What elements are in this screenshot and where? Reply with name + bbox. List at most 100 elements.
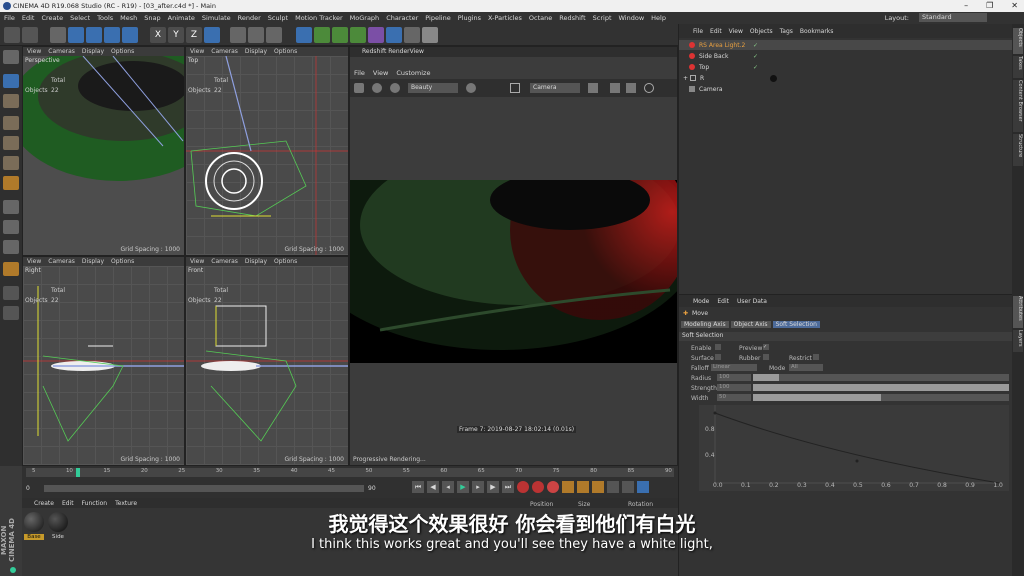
redo-icon[interactable] bbox=[22, 27, 38, 43]
minimize-button[interactable]: – bbox=[964, 0, 968, 12]
mode-select[interactable]: All bbox=[789, 364, 823, 371]
menu-redshift[interactable]: Redshift bbox=[559, 14, 585, 22]
vp-menu-options[interactable]: Options bbox=[274, 258, 297, 265]
select-cursor-icon[interactable] bbox=[50, 27, 66, 43]
vp-menu-options[interactable]: Options bbox=[111, 48, 134, 55]
autokey-icon[interactable] bbox=[532, 481, 544, 493]
position-key-icon[interactable] bbox=[562, 481, 574, 493]
mat-menu-texture[interactable]: Texture bbox=[115, 500, 137, 507]
color-icon[interactable] bbox=[466, 83, 476, 93]
scale-tool-icon[interactable] bbox=[86, 27, 102, 43]
vp-menu-cameras[interactable]: Cameras bbox=[211, 48, 238, 55]
object-row[interactable]: RS Area Light.2 ✓ bbox=[679, 40, 1013, 50]
check-icon[interactable]: ✓ bbox=[753, 53, 758, 60]
menu-x-particles[interactable]: X-Particles bbox=[488, 14, 522, 22]
object-row[interactable]: Side Back ✓ bbox=[679, 51, 1013, 61]
vp-menu-view[interactable]: View bbox=[27, 48, 41, 55]
rs-menu-view[interactable]: View bbox=[373, 69, 388, 77]
render-settings-icon[interactable] bbox=[266, 27, 282, 43]
tab-layers[interactable]: Layers bbox=[1013, 330, 1023, 352]
record-icon[interactable] bbox=[517, 481, 529, 493]
render-view-icon[interactable] bbox=[230, 27, 246, 43]
strength-slider[interactable] bbox=[753, 384, 1009, 391]
om-menu-objects[interactable]: Objects bbox=[750, 28, 773, 35]
vp-menu-display[interactable]: Display bbox=[82, 48, 104, 55]
rotate-tool-icon[interactable] bbox=[104, 27, 120, 43]
mat-menu-function[interactable]: Function bbox=[82, 500, 108, 507]
keyframe-selection-icon[interactable] bbox=[547, 481, 559, 493]
vp-menu-view[interactable]: View bbox=[27, 258, 41, 265]
start-frame-field[interactable]: 0 bbox=[26, 485, 30, 492]
om-menu-bookmarks[interactable]: Bookmarks bbox=[800, 28, 834, 35]
menu-help[interactable]: Help bbox=[651, 14, 666, 22]
menu-tools[interactable]: Tools bbox=[97, 14, 113, 22]
am-menu-user-data[interactable]: User Data bbox=[737, 298, 767, 305]
enable-checkbox[interactable] bbox=[715, 344, 721, 350]
go-to-start-icon[interactable]: ⏮ bbox=[412, 481, 424, 493]
circle-icon[interactable] bbox=[644, 83, 654, 93]
aov-select[interactable]: Beauty bbox=[408, 83, 458, 93]
camera-icon[interactable] bbox=[404, 27, 420, 43]
snapshot-icon[interactable] bbox=[354, 83, 364, 93]
move-tool-icon[interactable] bbox=[68, 27, 84, 43]
scale-key-icon[interactable] bbox=[577, 481, 589, 493]
material-tag-icon[interactable] bbox=[770, 74, 778, 82]
vp-menu-view[interactable]: View bbox=[190, 48, 204, 55]
radius-slider[interactable] bbox=[753, 374, 1009, 381]
vp-menu-display[interactable]: Display bbox=[245, 48, 267, 55]
x-axis-icon[interactable]: X bbox=[150, 27, 166, 43]
vp-menu-options[interactable]: Options bbox=[274, 48, 297, 55]
play-render-icon[interactable] bbox=[372, 83, 382, 93]
object-row[interactable]: + R bbox=[679, 73, 1013, 83]
preview-checkbox[interactable]: ✓ bbox=[763, 344, 769, 350]
am-menu-mode[interactable]: Mode bbox=[693, 298, 709, 305]
polygons-mode-icon[interactable] bbox=[3, 156, 19, 170]
viewport-top[interactable]: View Cameras Display Options Top Total O… bbox=[185, 46, 349, 256]
texture-mode-icon[interactable] bbox=[3, 94, 19, 108]
timeline-menu-icon[interactable] bbox=[637, 481, 649, 493]
tab-object-axis[interactable]: Object Axis bbox=[730, 321, 771, 328]
menu-select[interactable]: Select bbox=[70, 14, 90, 22]
menu-file[interactable]: File bbox=[4, 14, 15, 22]
render-output[interactable] bbox=[350, 180, 677, 363]
go-to-end-icon[interactable]: ⏭ bbox=[502, 481, 514, 493]
strength-field[interactable]: 100 bbox=[717, 384, 751, 391]
menu-animate[interactable]: Animate bbox=[168, 14, 195, 22]
om-menu-tags[interactable]: Tags bbox=[780, 28, 793, 35]
param-key-icon[interactable] bbox=[607, 481, 619, 493]
menu-plugins[interactable]: Plugins bbox=[458, 14, 481, 22]
points-mode-icon[interactable] bbox=[3, 116, 19, 130]
am-menu-edit[interactable]: Edit bbox=[717, 298, 729, 305]
om-menu-file[interactable]: File bbox=[693, 28, 703, 35]
subdivision-icon[interactable] bbox=[332, 27, 348, 43]
vp-menu-cameras[interactable]: Cameras bbox=[48, 48, 75, 55]
menu-edit[interactable]: Edit bbox=[22, 14, 35, 22]
close-button[interactable]: ✕ bbox=[1011, 0, 1018, 12]
menu-render[interactable]: Render bbox=[238, 14, 261, 22]
cloner-icon[interactable] bbox=[350, 27, 366, 43]
snowflake-icon[interactable] bbox=[626, 83, 636, 93]
object-row[interactable]: Top ✓ bbox=[679, 62, 1013, 72]
prev-frame-icon[interactable]: ◂ bbox=[442, 481, 454, 493]
undo-icon[interactable] bbox=[4, 27, 20, 43]
z-axis-icon[interactable]: Z bbox=[186, 27, 202, 43]
tab-content-browser[interactable]: Content Browser bbox=[1013, 80, 1023, 132]
menu-mesh[interactable]: Mesh bbox=[120, 14, 137, 22]
menu-pipeline[interactable]: Pipeline bbox=[425, 14, 450, 22]
om-menu-edit[interactable]: Edit bbox=[710, 28, 722, 35]
check-icon[interactable]: ✓ bbox=[753, 64, 758, 71]
frame-range-slider[interactable] bbox=[44, 485, 364, 492]
make-editable-icon[interactable] bbox=[3, 50, 19, 64]
model-mode-icon[interactable] bbox=[3, 74, 19, 88]
camera-select[interactable]: Camera bbox=[530, 83, 580, 93]
play-icon[interactable]: ▶ bbox=[457, 481, 469, 493]
solo-icon[interactable] bbox=[3, 306, 19, 320]
end-frame-field[interactable]: 90 bbox=[368, 485, 376, 492]
menu-sculpt[interactable]: Sculpt bbox=[268, 14, 288, 22]
falloff-graph[interactable] bbox=[699, 405, 1009, 491]
expand-icon[interactable]: + bbox=[683, 75, 688, 82]
viewport-front[interactable]: View Cameras Display Options Front Total… bbox=[185, 256, 349, 466]
menu-character[interactable]: Character bbox=[386, 14, 418, 22]
axis-mode-icon[interactable] bbox=[3, 200, 19, 214]
menu-window[interactable]: Window bbox=[619, 14, 645, 22]
